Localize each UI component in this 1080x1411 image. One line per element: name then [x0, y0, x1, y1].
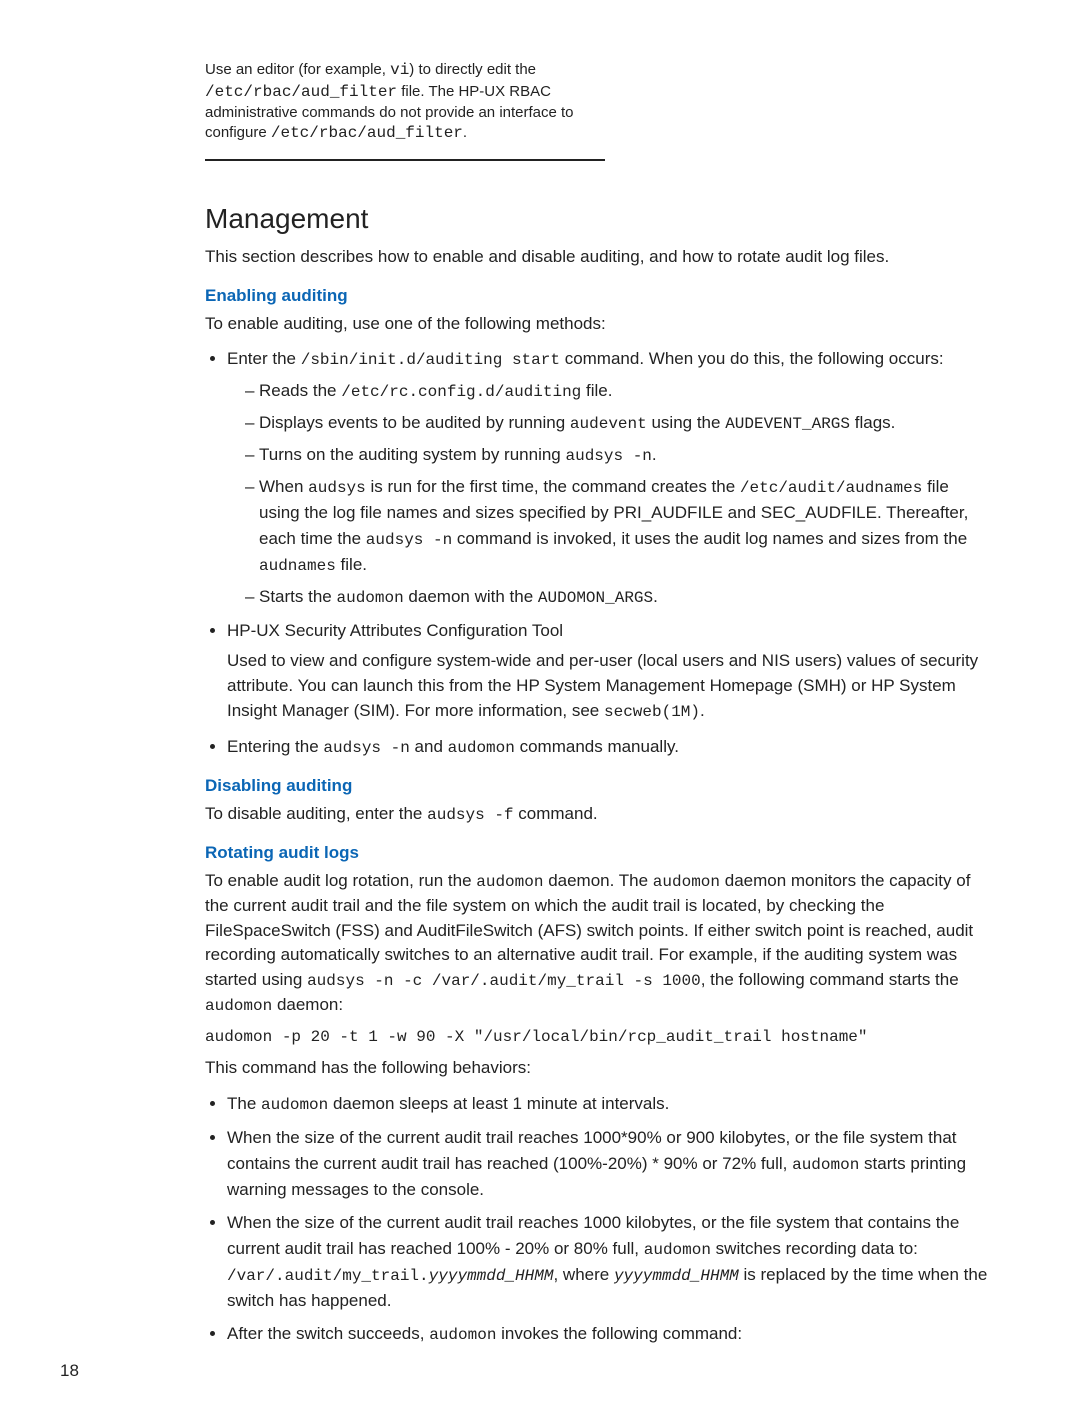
- list-item: Enter the /sbin/init.d/auditing start co…: [227, 346, 990, 610]
- list-item: When the size of the current audit trail…: [227, 1210, 990, 1313]
- rotate-para1: To enable audit log rotation, run the au…: [205, 869, 990, 1018]
- list-item: After the switch succeeds, audomon invok…: [227, 1321, 990, 1347]
- list-item: Entering the audsys -n and audomon comma…: [227, 734, 990, 760]
- rotate-para2: This command has the following behaviors…: [205, 1056, 990, 1081]
- rotate-list: The audomon daemon sleeps at least 1 min…: [205, 1091, 990, 1347]
- section-intro: This section describes how to enable and…: [205, 245, 990, 270]
- section-heading: Management: [205, 203, 990, 235]
- rotate-command: audomon -p 20 -t 1 -w 90 -X "/usr/local/…: [205, 1028, 990, 1046]
- disable-text: To disable auditing, enter the audsys -f…: [205, 802, 990, 827]
- note-code-path: /etc/rbac/aud_filter: [205, 83, 397, 101]
- enable-intro: To enable auditing, use one of the follo…: [205, 312, 990, 337]
- divider: [205, 159, 605, 161]
- enable-heading: Enabling auditing: [205, 286, 990, 306]
- list-item-body: Used to view and configure system-wide a…: [227, 649, 990, 723]
- note-text: .: [463, 124, 467, 141]
- list-item: When audsys is run for the first time, t…: [245, 474, 990, 578]
- page-number: 18: [60, 1361, 79, 1381]
- list-item: Displays events to be audited by running…: [245, 410, 990, 436]
- list-item: HP-UX Security Attributes Configuration …: [227, 618, 990, 724]
- list-item: Turns on the auditing system by running …: [245, 442, 990, 468]
- disable-heading: Disabling auditing: [205, 776, 990, 796]
- note-code-path2: /etc/rbac/aud_filter: [271, 124, 463, 142]
- note-code-vi: vi: [390, 61, 409, 79]
- enable-sublist: Reads the /etc/rc.config.d/auditing file…: [227, 378, 990, 610]
- note-text: ) to directly edit the: [409, 61, 536, 78]
- list-item: Starts the audomon daemon with the AUDOM…: [245, 584, 990, 610]
- note-box: Use an editor (for example, vi) to direc…: [205, 60, 605, 145]
- list-item: When the size of the current audit trail…: [227, 1125, 990, 1202]
- note-text: Use an editor (for example,: [205, 61, 390, 78]
- rotate-heading: Rotating audit logs: [205, 843, 990, 863]
- list-item: Reads the /etc/rc.config.d/auditing file…: [245, 378, 990, 404]
- enable-list: Enter the /sbin/init.d/auditing start co…: [205, 346, 990, 759]
- list-item: The audomon daemon sleeps at least 1 min…: [227, 1091, 990, 1117]
